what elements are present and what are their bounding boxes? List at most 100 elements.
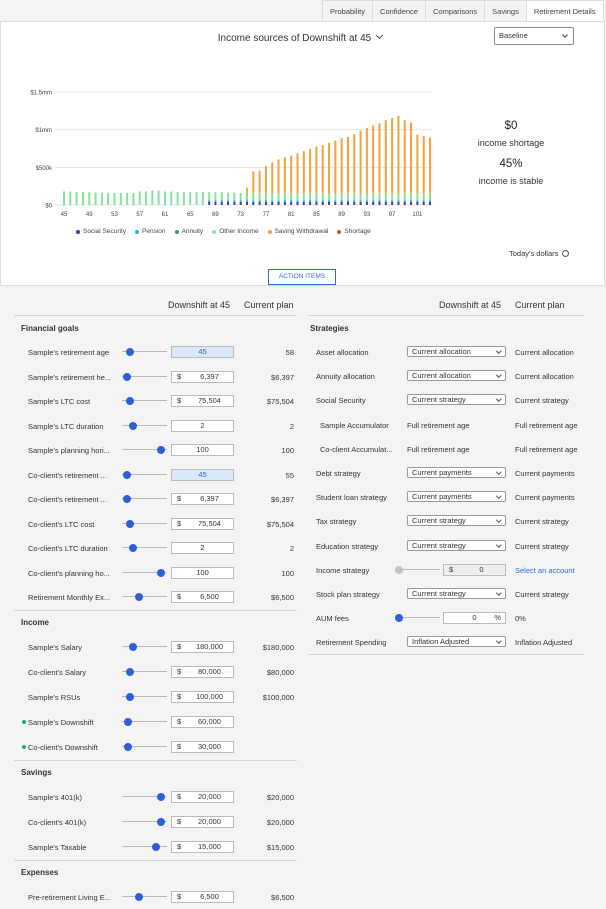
slider[interactable] — [122, 568, 167, 578]
value-input[interactable]: 100 — [171, 566, 234, 579]
slider-handle[interactable] — [157, 446, 166, 454]
slider[interactable] — [122, 396, 167, 406]
strategy-select[interactable]: Current allocation — [407, 346, 506, 357]
value-input[interactable]: $6,397 — [171, 370, 234, 383]
strategy-select[interactable]: Current allocation — [407, 370, 506, 382]
slider-handle[interactable] — [157, 793, 166, 801]
slider-handle[interactable] — [123, 718, 132, 726]
slider[interactable] — [122, 494, 167, 504]
bar-segment — [384, 201, 387, 205]
value-input[interactable]: $60,000 — [171, 716, 234, 728]
strategy-select[interactable]: Inflation Adjusted — [407, 636, 506, 648]
tab-savings[interactable]: Savings — [484, 0, 527, 22]
bar-segment — [334, 200, 337, 202]
value-input[interactable]: $0 — [443, 563, 506, 576]
tab-retirement-details[interactable]: Retirement Details — [525, 0, 604, 22]
value-input[interactable]: $80,000 — [171, 666, 234, 678]
value-input[interactable]: $75,504 — [171, 517, 234, 530]
slider-handle[interactable] — [129, 544, 138, 552]
x-tick-label: 81 — [288, 212, 295, 218]
legend-dot-icon — [267, 229, 272, 234]
slider-handle[interactable] — [134, 593, 143, 601]
value-input[interactable]: $6,500 — [171, 591, 234, 603]
todays-dollars-toggle[interactable]: Today's dollars — [509, 249, 570, 258]
strategy-select[interactable]: Current strategy — [407, 515, 506, 527]
slider[interactable] — [122, 792, 167, 802]
strategy-select[interactable]: Current payments — [407, 467, 506, 478]
legend-dot-icon — [135, 229, 139, 234]
slider-handle[interactable] — [129, 421, 138, 430]
slider[interactable] — [122, 842, 167, 852]
slider[interactable] — [122, 421, 167, 431]
value-input[interactable]: $20,000 — [171, 791, 234, 803]
strategy-select[interactable]: Current strategy — [407, 539, 506, 551]
slider-handle[interactable] — [125, 397, 134, 405]
value-input[interactable]: $100,000 — [171, 691, 234, 703]
slider-handle[interactable] — [129, 643, 138, 651]
bar-segment — [309, 201, 312, 205]
slider-handle[interactable] — [125, 519, 134, 528]
slider-handle[interactable] — [157, 818, 166, 826]
value-input[interactable]: 2 — [171, 419, 234, 432]
strategy-select[interactable]: Current strategy — [407, 588, 506, 599]
slider[interactable] — [122, 592, 167, 602]
x-tick-label: 61 — [162, 212, 169, 218]
slider[interactable] — [122, 347, 167, 357]
slider-handle[interactable] — [157, 568, 166, 577]
slider[interactable] — [122, 742, 167, 752]
bar-segment — [283, 200, 286, 202]
slider[interactable] — [122, 667, 167, 677]
tab-comparisons[interactable]: Comparisons — [424, 0, 486, 22]
slider-handle[interactable] — [395, 565, 403, 574]
value-input[interactable]: $75,504 — [171, 395, 234, 407]
bar-segment — [132, 192, 135, 205]
value-input[interactable]: $180,000 — [171, 641, 234, 653]
slider[interactable] — [395, 613, 440, 623]
bar-segment — [328, 193, 331, 201]
scenario-select[interactable]: Baseline — [494, 27, 574, 45]
slider[interactable] — [122, 642, 167, 652]
value-input[interactable]: 45 — [171, 346, 234, 358]
strategy-select[interactable]: Current payments — [407, 491, 506, 503]
slider[interactable] — [122, 717, 167, 727]
bar-segment — [403, 120, 406, 194]
value-input[interactable]: $6,500 — [171, 891, 234, 903]
bar-segment — [309, 200, 312, 202]
slider-handle[interactable] — [395, 614, 403, 623]
slider[interactable] — [122, 372, 167, 382]
slider-handle[interactable] — [125, 668, 134, 676]
value-input[interactable]: 0% — [443, 612, 506, 625]
slider[interactable] — [122, 692, 167, 702]
slider[interactable] — [122, 470, 167, 480]
setting-label: Sample's planning hori... — [28, 446, 110, 455]
slider[interactable] — [395, 565, 440, 575]
slider-handle[interactable] — [122, 372, 131, 381]
slider-handle[interactable] — [134, 893, 143, 901]
slider-handle[interactable] — [122, 495, 131, 503]
strategy-select[interactable]: Current strategy — [407, 394, 506, 406]
slider[interactable] — [122, 892, 167, 902]
slider-handle[interactable] — [125, 693, 134, 701]
value-input[interactable]: $15,000 — [171, 841, 234, 853]
value-input[interactable]: 45 — [171, 468, 234, 481]
value-input[interactable]: $6,397 — [171, 493, 234, 505]
slider-handle[interactable] — [151, 843, 160, 851]
slider-handle[interactable] — [122, 470, 131, 479]
value-input[interactable]: $20,000 — [171, 816, 234, 828]
slider[interactable] — [122, 519, 167, 529]
slider[interactable] — [122, 445, 167, 455]
slider-handle[interactable] — [126, 348, 135, 356]
bar-segment — [384, 200, 387, 202]
value-input[interactable]: $30,000 — [171, 741, 234, 753]
slider-handle[interactable] — [123, 743, 132, 751]
value-input[interactable]: 2 — [171, 542, 234, 554]
legend-item: Saving Withdrawal — [267, 228, 328, 235]
tab-probability[interactable]: Probability — [322, 0, 374, 22]
slider[interactable] — [122, 543, 167, 553]
tab-confidence[interactable]: Confidence — [372, 0, 426, 22]
action-items-button[interactable]: ACTION ITEMS — [268, 269, 336, 285]
select-account-link[interactable]: Select an account — [515, 566, 575, 575]
value-input[interactable]: 100 — [171, 444, 234, 456]
slider[interactable] — [122, 817, 167, 827]
chevron-down-icon — [376, 31, 384, 40]
